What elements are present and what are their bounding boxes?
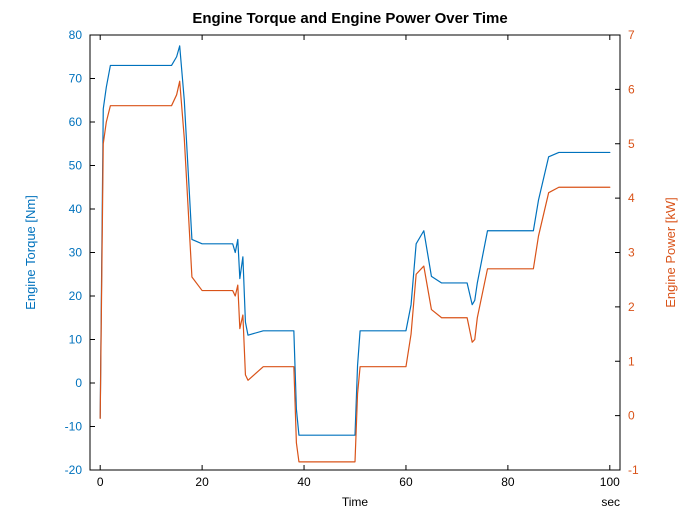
x-tick-label: 60 [399, 475, 413, 489]
x-tick-label: 80 [501, 475, 515, 489]
x-tick-label: 100 [600, 475, 620, 489]
left-y-tick-label: -20 [65, 463, 83, 477]
right-y-tick-label: 0 [628, 409, 635, 423]
right-y-tick-label: 1 [628, 354, 635, 368]
left-y-tick-label: 20 [69, 289, 83, 303]
right-y-tick-label: 7 [628, 28, 635, 42]
left-y-tick-label: 60 [69, 115, 83, 129]
dual-axis-line-chart: 020406080100Timesec-20-10010203040506070… [0, 0, 700, 525]
right-y-axis-label: Engine Power [kW] [663, 197, 678, 308]
right-y-tick-label: 4 [628, 191, 635, 205]
right-y-tick-label: 2 [628, 300, 635, 314]
chart-container: Engine Torque and Engine Power Over Time… [0, 0, 700, 525]
left-y-tick-label: 70 [69, 72, 83, 86]
left-y-tick-label: 0 [75, 376, 82, 390]
x-tick-label: 0 [97, 475, 104, 489]
left-y-tick-label: 50 [69, 159, 83, 173]
x-axis-label: Time [342, 495, 369, 509]
right-y-tick-label: 6 [628, 82, 635, 96]
right-y-tick-label: 3 [628, 246, 635, 260]
left-y-tick-label: 80 [69, 28, 83, 42]
left-y-axis-label: Engine Torque [Nm] [23, 195, 38, 310]
x-tick-label: 40 [297, 475, 311, 489]
left-y-tick-label: -10 [65, 420, 83, 434]
x-tick-label: 20 [195, 475, 209, 489]
right-y-tick-label: -1 [628, 463, 639, 477]
right-y-tick-label: 5 [628, 137, 635, 151]
left-y-tick-label: 40 [69, 202, 83, 216]
left-y-tick-label: 10 [69, 333, 83, 347]
x-axis-unit: sec [601, 495, 620, 509]
left-y-tick-label: 30 [69, 246, 83, 260]
